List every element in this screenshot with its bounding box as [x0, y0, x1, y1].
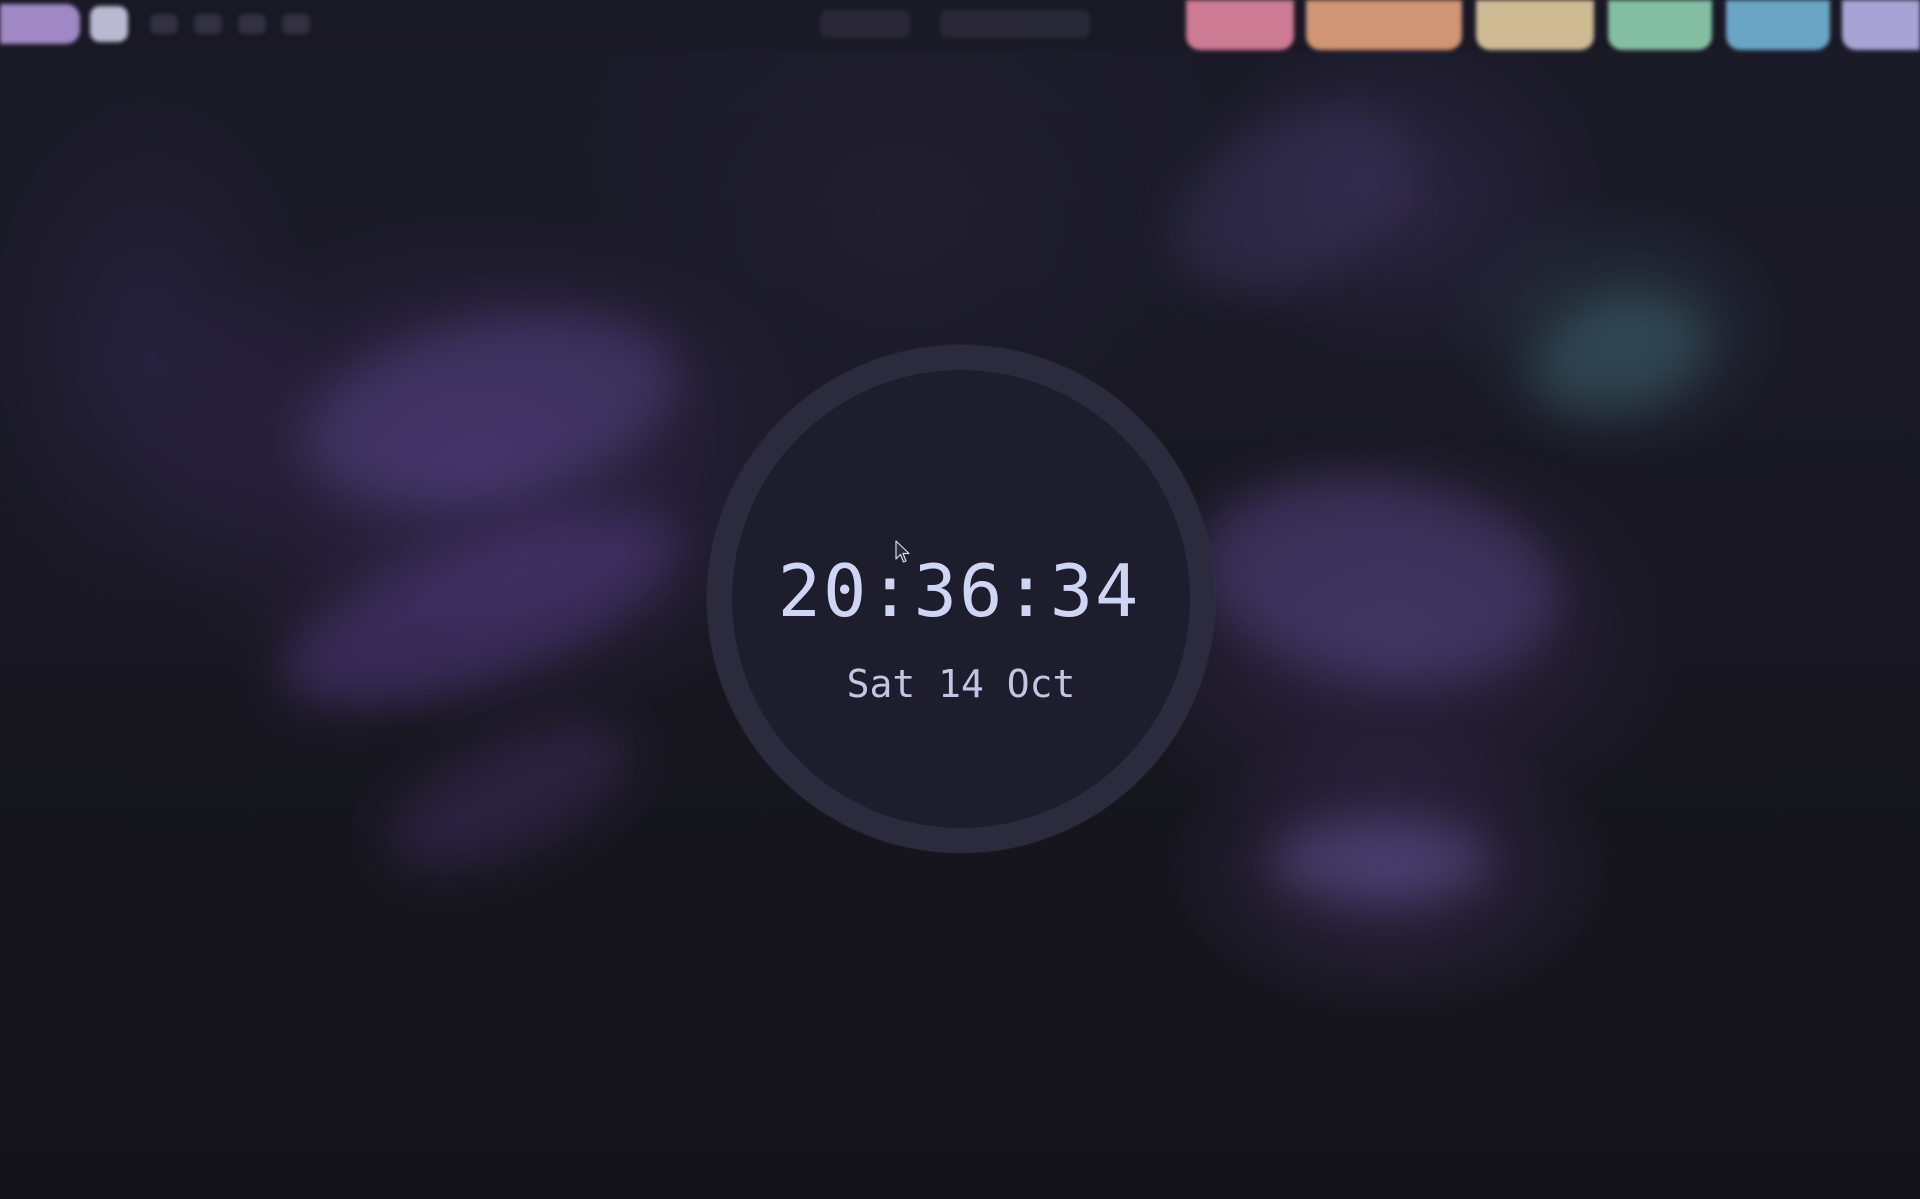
status-module-orange[interactable] — [1306, 0, 1462, 50]
wallpaper-flower-shape — [258, 472, 702, 748]
wallpaper-leaf-shape — [1518, 278, 1722, 432]
status-module-yellow[interactable] — [1476, 0, 1594, 50]
status-module-blue[interactable] — [1726, 0, 1830, 50]
window-title-pill — [820, 10, 910, 38]
arrow-cursor-icon — [895, 540, 910, 563]
wallpaper-leaf-shape — [368, 690, 652, 900]
workspace-indicator[interactable] — [238, 14, 266, 34]
status-module-red[interactable] — [1186, 0, 1294, 50]
clock-face: 20:36:34 Sat 14 Oct — [732, 370, 1190, 828]
status-module-green[interactable] — [1608, 0, 1712, 50]
workspace-indicator[interactable] — [282, 14, 310, 34]
workspace-list — [150, 14, 310, 34]
top-bar — [0, 0, 1920, 50]
status-module-lavender[interactable] — [1842, 0, 1920, 50]
clock-widget: 20:36:34 Sat 14 Oct — [707, 345, 1215, 853]
workspace-indicator-active[interactable] — [90, 6, 128, 42]
wallpaper-flower-shape — [285, 282, 695, 538]
clock-date: Sat 14 Oct — [846, 662, 1076, 706]
workspace-indicator[interactable] — [150, 14, 178, 34]
workspace-indicator[interactable] — [194, 14, 222, 34]
app-launcher-button[interactable] — [0, 4, 80, 44]
wallpaper-flower-shape — [1187, 455, 1573, 705]
wallpaper-leaf-shape — [1137, 65, 1443, 335]
wallpaper-flower-shape — [1270, 820, 1490, 900]
clock-time: 20:36:34 — [777, 549, 1141, 633]
window-title-pill — [940, 10, 1090, 38]
